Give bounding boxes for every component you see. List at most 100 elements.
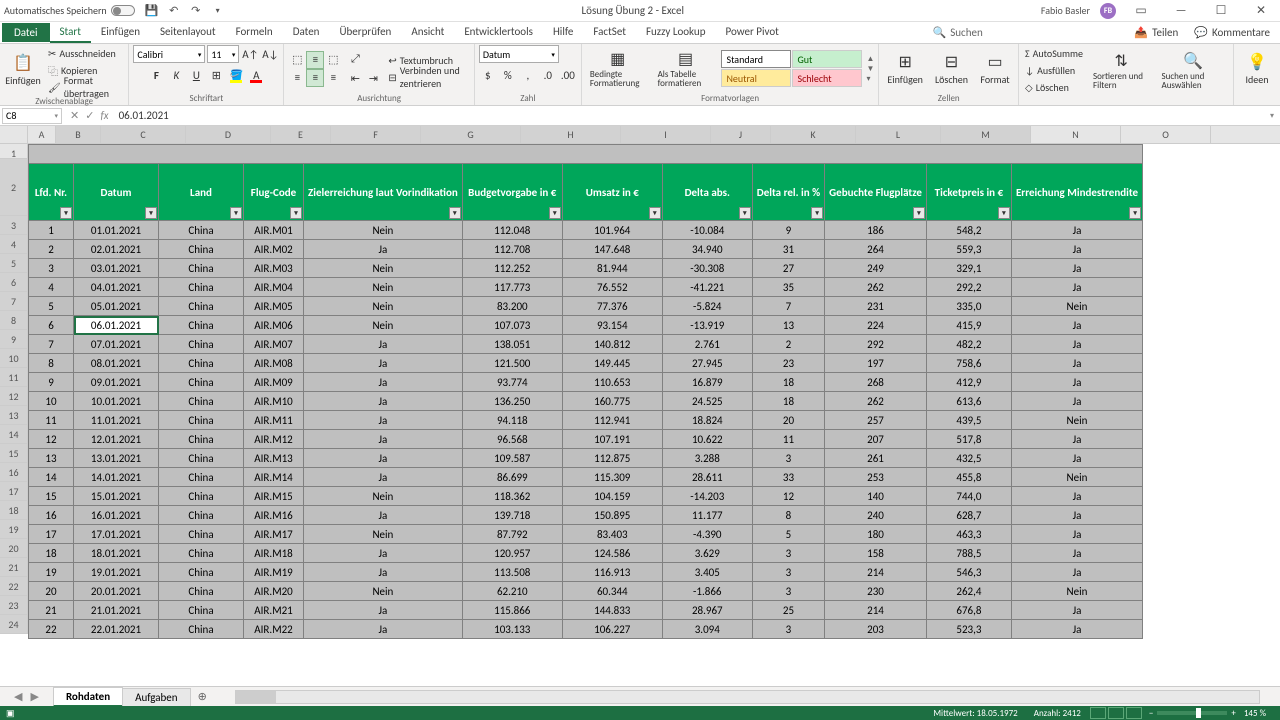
- cell[interactable]: 21: [29, 601, 74, 620]
- cell[interactable]: China: [159, 240, 244, 259]
- zoom-out-icon[interactable]: −: [1149, 708, 1153, 719]
- cell[interactable]: 8: [29, 354, 74, 373]
- cell[interactable]: 120.957: [462, 544, 562, 563]
- cell[interactable]: 1: [29, 221, 74, 240]
- row-header[interactable]: 4: [0, 235, 28, 254]
- cell[interactable]: 113.508: [462, 563, 562, 582]
- table-header[interactable]: Delta rel. in %▾: [752, 164, 824, 221]
- cell[interactable]: 115.309: [562, 468, 662, 487]
- cell[interactable]: 115.866: [462, 601, 562, 620]
- table-row[interactable]: 202.01.2021ChinaAIR.M02Ja112.708147.6483…: [29, 240, 1143, 259]
- row-header[interactable]: 8: [0, 311, 28, 330]
- cell[interactable]: 3.629: [662, 544, 752, 563]
- cell[interactable]: Ja: [1011, 563, 1142, 582]
- cell[interactable]: China: [159, 373, 244, 392]
- tab-start[interactable]: Start: [50, 22, 91, 43]
- row-header[interactable]: 16: [0, 463, 28, 482]
- cell[interactable]: 262: [825, 392, 927, 411]
- cell[interactable]: 2.761: [662, 335, 752, 354]
- increase-indent-icon[interactable]: ⇥: [364, 70, 382, 88]
- cell[interactable]: 101.964: [562, 221, 662, 240]
- row-header[interactable]: 9: [0, 330, 28, 349]
- align-center-icon[interactable]: ≡: [306, 69, 324, 87]
- cell[interactable]: Nein: [1011, 468, 1142, 487]
- style-scroll-down-icon[interactable]: ▼: [866, 64, 874, 74]
- cell[interactable]: 758,6: [926, 354, 1011, 373]
- cell[interactable]: 02.01.2021: [74, 240, 159, 259]
- table-header[interactable]: Ticketpreis in €▾: [926, 164, 1011, 221]
- cell[interactable]: 264: [825, 240, 927, 259]
- cell[interactable]: -4.390: [662, 525, 752, 544]
- cell[interactable]: 261: [825, 449, 927, 468]
- table-row[interactable]: 2121.01.2021ChinaAIR.M21Ja115.866144.833…: [29, 601, 1143, 620]
- table-row[interactable]: 1717.01.2021ChinaAIR.M17Nein87.79283.403…: [29, 525, 1143, 544]
- cell[interactable]: AIR.M05: [244, 297, 304, 316]
- cell[interactable]: 17.01.2021: [74, 525, 159, 544]
- comma-icon[interactable]: ,: [519, 66, 537, 84]
- cell[interactable]: 112.875: [562, 449, 662, 468]
- cell[interactable]: 147.648: [562, 240, 662, 259]
- cell[interactable]: Nein: [304, 316, 463, 335]
- cell[interactable]: China: [159, 506, 244, 525]
- cell[interactable]: 76.552: [562, 278, 662, 297]
- sheet-tab-aufgaben[interactable]: Aufgaben: [122, 688, 190, 706]
- cell[interactable]: 27.945: [662, 354, 752, 373]
- cell[interactable]: Ja: [1011, 240, 1142, 259]
- cell[interactable]: 10: [29, 392, 74, 411]
- row-header[interactable]: 5: [0, 254, 28, 273]
- tab-file[interactable]: Datei: [2, 23, 50, 42]
- cell[interactable]: 11.177: [662, 506, 752, 525]
- cell[interactable]: Ja: [1011, 430, 1142, 449]
- cell[interactable]: 116.913: [562, 563, 662, 582]
- cell[interactable]: 107.073: [462, 316, 562, 335]
- cell[interactable]: China: [159, 525, 244, 544]
- cell[interactable]: 24.525: [662, 392, 752, 411]
- sheet-nav-next-icon[interactable]: ▶: [30, 690, 38, 703]
- data-table[interactable]: Lfd. Nr.▾Datum▾Land▾Flug-Code▾Zielerreic…: [28, 144, 1143, 639]
- row-header[interactable]: 11: [0, 368, 28, 387]
- cell[interactable]: 10.01.2021: [74, 392, 159, 411]
- cell[interactable]: Ja: [1011, 259, 1142, 278]
- tab-fuzzy lookup[interactable]: Fuzzy Lookup: [636, 22, 716, 43]
- cell[interactable]: Ja: [304, 563, 463, 582]
- cell[interactable]: Ja: [1011, 221, 1142, 240]
- enter-formula-icon[interactable]: ✓: [85, 109, 94, 122]
- cell[interactable]: Ja: [304, 373, 463, 392]
- cell[interactable]: 214: [825, 563, 927, 582]
- cell[interactable]: China: [159, 316, 244, 335]
- cell[interactable]: 124.586: [562, 544, 662, 563]
- undo-icon[interactable]: ↶: [167, 4, 181, 18]
- cell[interactable]: 04.01.2021: [74, 278, 159, 297]
- column-header[interactable]: M: [941, 126, 1031, 143]
- cell[interactable]: 12: [29, 430, 74, 449]
- row-header[interactable]: 10: [0, 349, 28, 368]
- table-header[interactable]: Delta abs.▾: [662, 164, 752, 221]
- cell[interactable]: 19.01.2021: [74, 563, 159, 582]
- align-middle-icon[interactable]: ≡: [306, 51, 324, 69]
- cell[interactable]: 94.118: [462, 411, 562, 430]
- cell[interactable]: 160.775: [562, 392, 662, 411]
- cell[interactable]: 14.01.2021: [74, 468, 159, 487]
- cell[interactable]: Nein: [304, 525, 463, 544]
- align-right-icon[interactable]: ≡: [324, 69, 342, 87]
- table-header[interactable]: Budgetvorgabe in €▾: [462, 164, 562, 221]
- filter-dropdown-icon[interactable]: ▾: [739, 207, 751, 219]
- cell[interactable]: AIR.M04: [244, 278, 304, 297]
- cell[interactable]: -10.084: [662, 221, 752, 240]
- cell[interactable]: Ja: [1011, 373, 1142, 392]
- increase-font-icon[interactable]: A↑: [241, 45, 259, 63]
- cell[interactable]: 12: [752, 487, 824, 506]
- cell[interactable]: 546,3: [926, 563, 1011, 582]
- cell[interactable]: Ja: [304, 449, 463, 468]
- cell[interactable]: Ja: [304, 335, 463, 354]
- cell[interactable]: China: [159, 297, 244, 316]
- cell[interactable]: AIR.M20: [244, 582, 304, 601]
- filter-dropdown-icon[interactable]: ▾: [549, 207, 561, 219]
- row-header[interactable]: 1: [0, 144, 28, 159]
- filter-dropdown-icon[interactable]: ▾: [449, 207, 461, 219]
- table-row[interactable]: 808.01.2021ChinaAIR.M08Ja121.500149.4452…: [29, 354, 1143, 373]
- sheet-nav-prev-icon[interactable]: ◀: [14, 690, 22, 703]
- cell[interactable]: 07.01.2021: [74, 335, 159, 354]
- cell[interactable]: 05.01.2021: [74, 297, 159, 316]
- cell[interactable]: 7: [752, 297, 824, 316]
